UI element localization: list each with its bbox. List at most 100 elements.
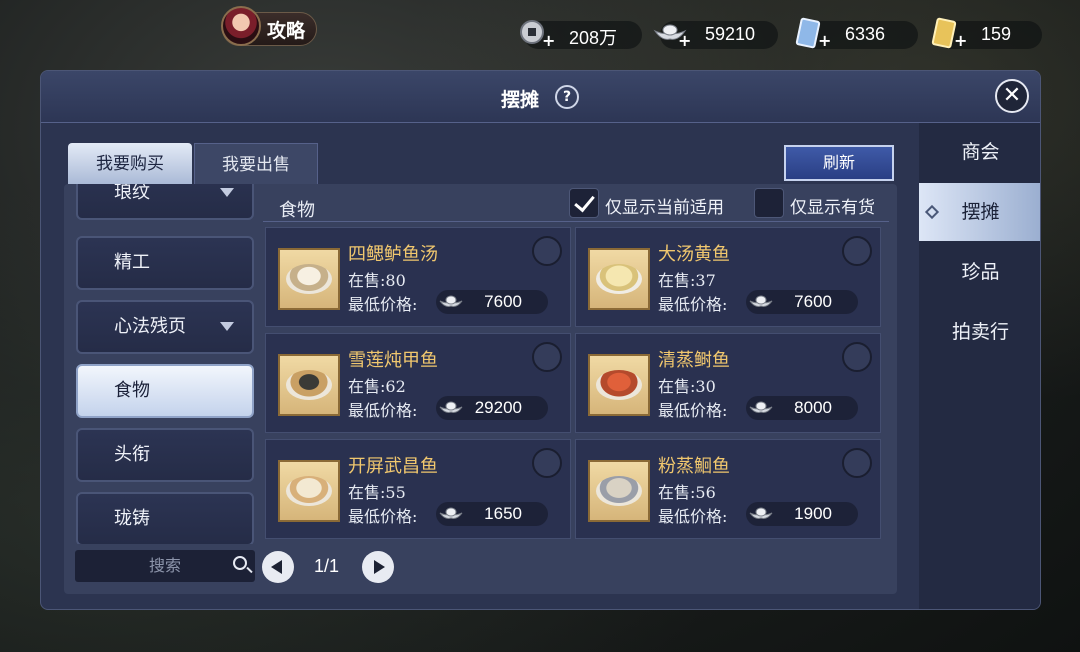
help-icon[interactable]: ? — [555, 85, 579, 109]
item-name: 开屏武昌鱼 — [348, 456, 438, 477]
filter-instock-label: 仅显示有货 — [790, 198, 875, 218]
side-tab-label: 珍品 — [961, 261, 1000, 283]
side-tab-label: 摆摊 — [961, 201, 1000, 223]
category-item[interactable]: 头衔 — [76, 428, 254, 482]
category-label: 头衔 — [114, 444, 150, 465]
side-tab-stall[interactable]: 摆摊 — [919, 183, 1040, 241]
pager: 1/1 — [262, 550, 396, 584]
currency-gold-ticket[interactable]: + 159 — [931, 17, 1042, 50]
filter-instock-checkbox[interactable] — [754, 188, 784, 218]
item-name: 雪莲炖甲鱼 — [348, 350, 438, 371]
item-price-label: 最低价格: — [348, 507, 418, 526]
category-list[interactable]: 琅纹 精工 心法残页 食物 头衔 珑铸 — [64, 184, 264, 544]
category-item[interactable]: 珑铸 — [76, 492, 254, 544]
category-item[interactable]: 琅纹 — [76, 184, 254, 220]
silver-ingot-icon — [439, 507, 463, 519]
category-label: 琅纹 — [114, 184, 150, 203]
item-price: 29200 — [474, 398, 522, 417]
item-name: 四鳃鲈鱼汤 — [348, 244, 438, 265]
food-image — [588, 354, 650, 416]
side-tab-auction[interactable]: 拍卖行 — [919, 303, 1040, 361]
item-stock: 在售:56 — [658, 483, 716, 502]
item-card[interactable]: 开屏武昌鱼 在售:55 最低价格: 1650 — [265, 439, 571, 539]
tab-sell[interactable]: 我要出售 — [194, 143, 318, 185]
select-radio[interactable] — [532, 236, 562, 266]
item-price-label: 最低价格: — [658, 295, 728, 314]
item-card[interactable]: 清蒸鲥鱼 在售:30 最低价格: 8000 — [575, 333, 881, 433]
category-label: 精工 — [114, 252, 150, 273]
silver-ingot-icon — [439, 295, 463, 307]
item-card[interactable]: 粉蒸鮰鱼 在售:56 最低价格: 1900 — [575, 439, 881, 539]
item-stock: 在售:30 — [658, 377, 716, 396]
currency-blue-ticket[interactable]: + 6336 — [795, 17, 918, 50]
currency-value: 159 — [981, 24, 1012, 44]
item-card[interactable]: 雪莲炖甲鱼 在售:62 最低价格: 29200 — [265, 333, 571, 433]
item-name: 粉蒸鮰鱼 — [658, 456, 730, 477]
silver-ingot-icon — [439, 401, 463, 413]
next-page-button[interactable] — [362, 551, 394, 583]
diamond-icon — [924, 204, 940, 220]
select-radio[interactable] — [842, 448, 872, 478]
category-item[interactable]: 心法残页 — [76, 300, 254, 354]
side-tab-guild[interactable]: 商会 — [919, 123, 1040, 181]
search-placeholder: 搜索 — [148, 556, 181, 575]
item-name: 大汤黄鱼 — [658, 244, 730, 265]
item-price-label: 最低价格: — [658, 401, 728, 420]
item-card[interactable]: 大汤黄鱼 在售:37 最低价格: 7600 — [575, 227, 881, 327]
silver-ingot-icon — [749, 507, 773, 519]
select-radio[interactable] — [842, 236, 872, 266]
currency-coin[interactable]: + 208万 — [520, 20, 642, 50]
search-icon[interactable] — [233, 556, 247, 570]
category-label: 心法残页 — [114, 316, 186, 337]
category-item-selected[interactable]: 食物 — [76, 364, 254, 418]
close-icon[interactable]: ✕ — [995, 79, 1029, 113]
panel-title: 摆摊 — [501, 89, 540, 111]
add-icon: + — [678, 31, 692, 50]
item-card[interactable]: 四鳃鲈鱼汤 在售:80 最低价格: 7600 — [265, 227, 571, 327]
search-input[interactable]: 搜索 — [75, 550, 255, 582]
item-price: 7600 — [794, 292, 832, 311]
category-item[interactable]: 精工 — [76, 236, 254, 290]
add-icon: + — [954, 31, 968, 50]
chevron-down-icon — [220, 322, 234, 331]
stall-panel: 摆摊 ? ✕ 商会 摆摊 珍品 拍卖行 我要购买 我要出售 刷新 琅纹 精工 心… — [40, 70, 1041, 610]
food-image — [278, 460, 340, 522]
item-name: 清蒸鲥鱼 — [658, 350, 730, 371]
list-header-label: 食物 — [279, 200, 315, 221]
side-tab-label: 拍卖行 — [951, 321, 1009, 343]
guide-button[interactable]: 攻略 — [221, 6, 317, 46]
select-radio[interactable] — [532, 448, 562, 478]
side-tab-treasure[interactable]: 珍品 — [919, 243, 1040, 301]
side-nav: 商会 摆摊 珍品 拍卖行 — [919, 123, 1040, 609]
category-label: 食物 — [114, 380, 150, 401]
food-image — [588, 248, 650, 310]
currency-value: 6336 — [845, 24, 886, 44]
item-stock: 在售:55 — [348, 483, 406, 502]
currency-value: 59210 — [705, 24, 756, 44]
food-image — [588, 460, 650, 522]
item-price-label: 最低价格: — [348, 401, 418, 420]
refresh-button[interactable]: 刷新 — [784, 145, 894, 181]
item-price: 7600 — [484, 292, 522, 311]
currency-value: 208万 — [569, 28, 618, 48]
guide-label: 攻略 — [267, 19, 306, 42]
filter-applicable-checkbox[interactable] — [569, 188, 599, 218]
item-price: 1900 — [794, 504, 832, 523]
chevron-down-icon — [220, 188, 234, 197]
avatar — [221, 6, 261, 46]
tab-buy[interactable]: 我要购买 — [68, 143, 192, 185]
price-box: 8000 — [746, 396, 858, 420]
list-header: 食物 仅显示当前适用 仅显示有货 — [263, 188, 889, 222]
food-image — [278, 248, 340, 310]
silver-ingot-icon — [749, 401, 773, 413]
filter-applicable-label: 仅显示当前适用 — [605, 198, 724, 218]
prev-page-button[interactable] — [262, 551, 294, 583]
item-price-label: 最低价格: — [658, 507, 728, 526]
item-price: 1650 — [484, 504, 522, 523]
select-radio[interactable] — [532, 342, 562, 372]
add-icon: + — [818, 31, 832, 50]
select-radio[interactable] — [842, 342, 872, 372]
item-stock: 在售:80 — [348, 271, 406, 290]
title-bar: 摆摊 ? ✕ — [41, 71, 1040, 123]
currency-silver[interactable]: + 59210 — [653, 21, 778, 50]
